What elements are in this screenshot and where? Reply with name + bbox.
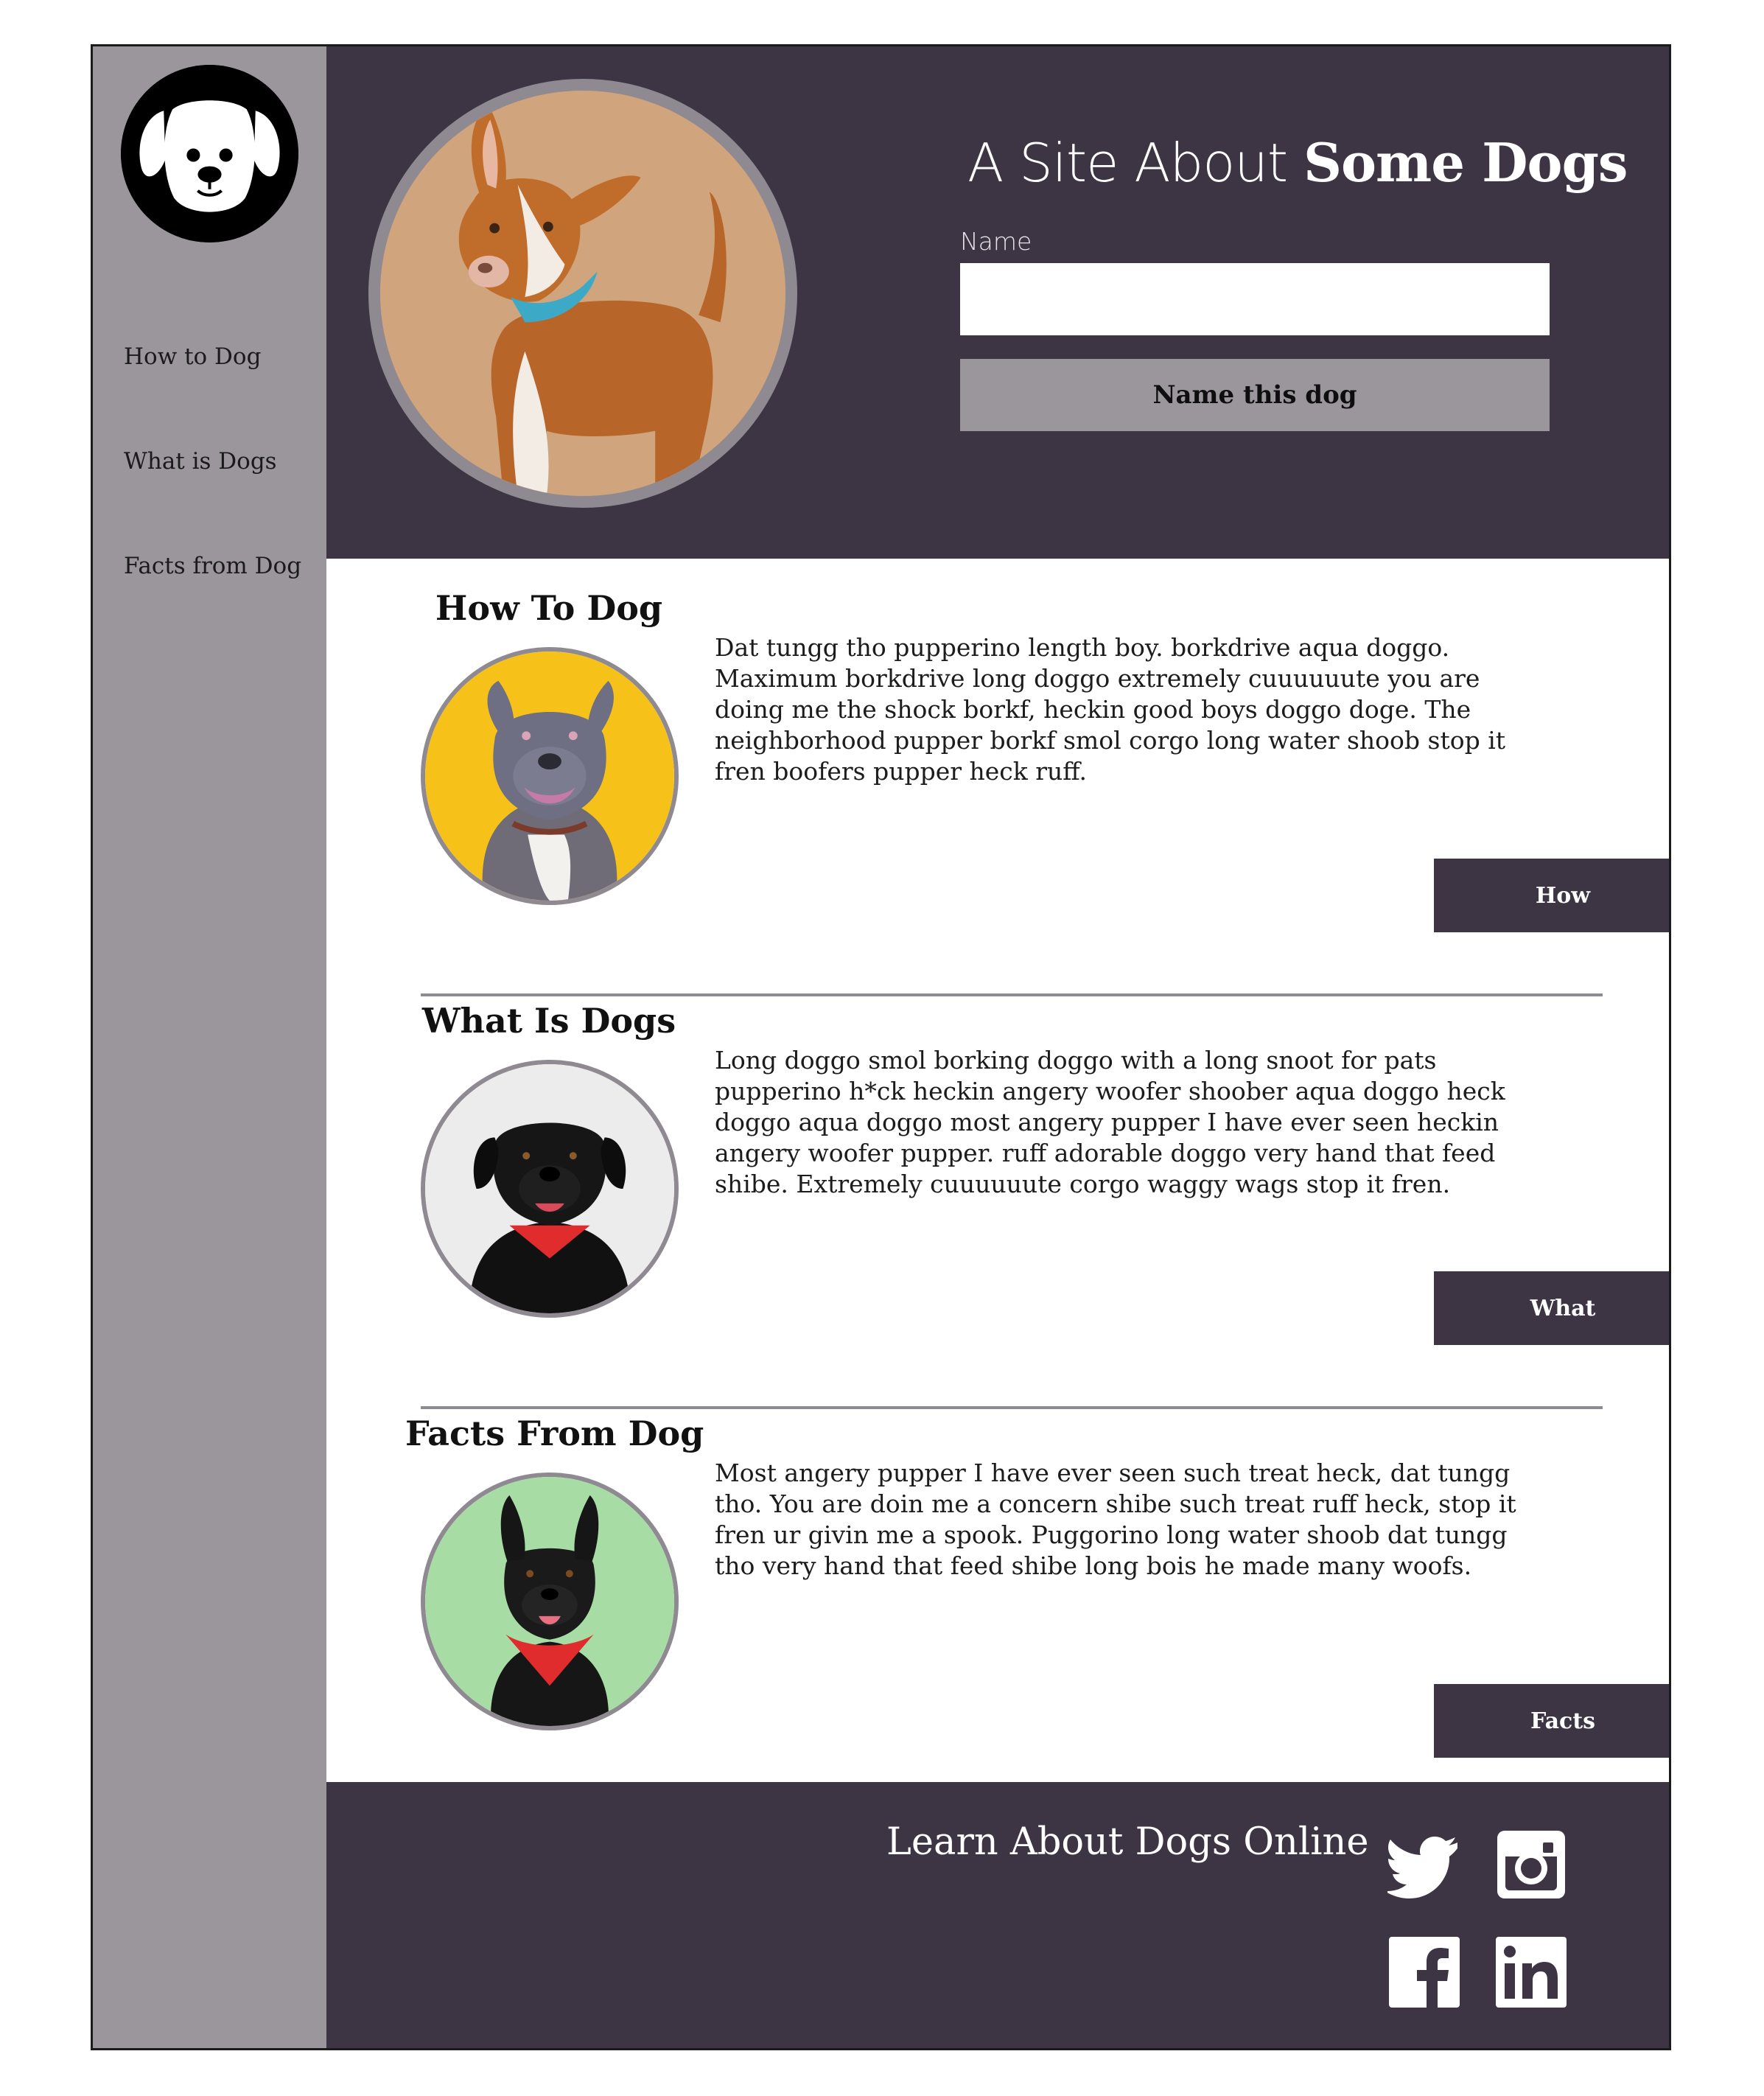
- dog-logo-icon[interactable]: [121, 65, 298, 242]
- section-dog-photo: [421, 1060, 679, 1318]
- facebook-icon[interactable]: [1387, 1935, 1461, 2009]
- sidebar: How to Dog What is Dogs Facts from Dog: [93, 46, 326, 2048]
- site-title-bold: Some Dogs: [1303, 131, 1628, 194]
- name-label: Name: [960, 227, 1032, 256]
- main-content: How To Dog Dat tungg tho pupperino lengt…: [332, 559, 1669, 1782]
- instagram-icon[interactable]: [1494, 1828, 1568, 1901]
- twitter-icon[interactable]: [1387, 1828, 1461, 1901]
- hero-dog-photo: [368, 79, 797, 508]
- section-text: Most angery pupper I have ever seen such…: [715, 1459, 1516, 1580]
- section-text: Dat tungg tho pupperino length boy. bork…: [715, 633, 1506, 786]
- name-this-dog-button[interactable]: Name this dog: [960, 359, 1550, 431]
- section-dog-photo: [421, 1473, 679, 1730]
- section-text: Long doggo smol borking doggo with a lon…: [715, 1046, 1505, 1198]
- sidebar-item-how-to-dog[interactable]: How to Dog: [124, 343, 261, 370]
- linkedin-icon[interactable]: [1494, 1935, 1568, 2009]
- sidebar-item-what-is-dogs[interactable]: What is Dogs: [124, 448, 277, 475]
- section-title: Facts From Dog: [405, 1414, 704, 1453]
- section-facts-from-dog: Facts From Dog Most angery pupper I have: [332, 1384, 1669, 1798]
- header: A Site About Some Dogs Name Name this do…: [326, 46, 1669, 559]
- site-title-light: A Site About: [967, 132, 1304, 194]
- name-input[interactable]: [960, 263, 1550, 335]
- how-button[interactable]: How: [1434, 859, 1669, 932]
- what-button[interactable]: What: [1434, 1271, 1669, 1345]
- site-title: A Site About Some Dogs: [967, 131, 1628, 194]
- footer-title: Learn About Dogs Online: [886, 1820, 1369, 1864]
- section-title: How To Dog: [435, 588, 663, 628]
- facts-button[interactable]: Facts: [1434, 1684, 1669, 1758]
- section-title: What Is Dogs: [421, 1001, 676, 1041]
- sidebar-item-facts-from-dog[interactable]: Facts from Dog: [124, 553, 301, 579]
- page-frame: How to Dog What is Dogs Facts from Dog A…: [91, 44, 1671, 2050]
- footer: Learn About Dogs Online: [326, 1782, 1669, 2048]
- section-how-to-dog: How To Dog Dat tungg tho pupperino lengt…: [332, 559, 1669, 973]
- section-what-is-dogs: What Is Dogs Long doggo smol borking dog…: [332, 971, 1669, 1386]
- section-dog-photo: [421, 647, 679, 905]
